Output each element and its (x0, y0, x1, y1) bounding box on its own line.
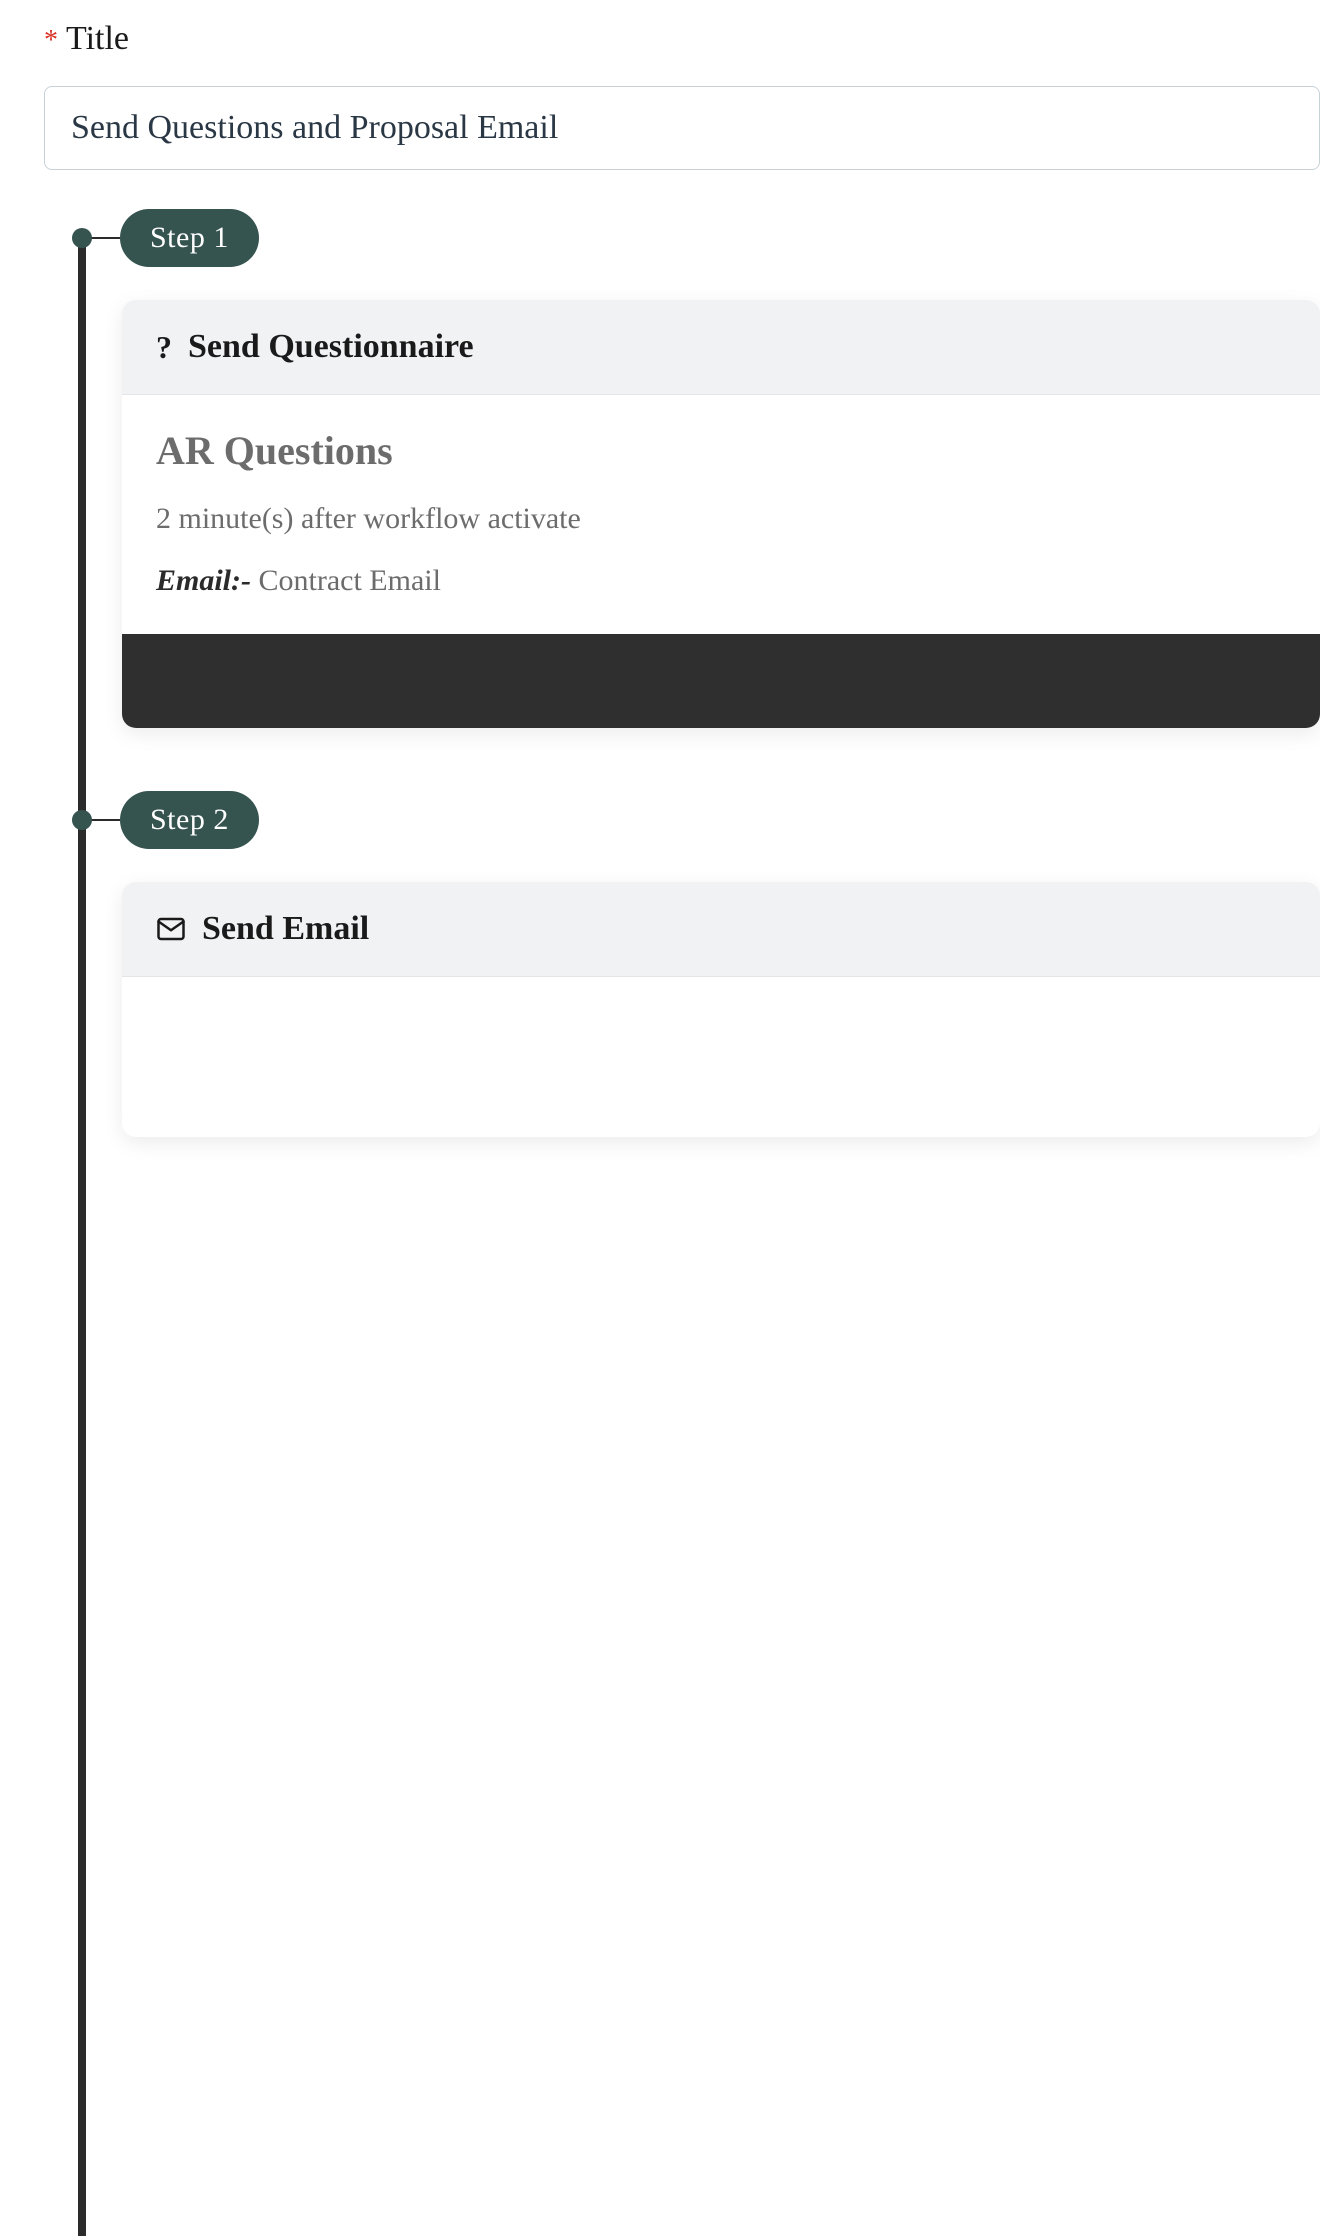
workflow-timeline: Step 1 ? Send Questionnaire AR Questions… (78, 206, 1320, 1137)
card-email-row: Email:- Contract Email (156, 564, 1286, 598)
title-input[interactable] (44, 86, 1320, 170)
card-subject: AR Questions (156, 427, 1286, 474)
workflow-step-1: Step 1 ? Send Questionnaire AR Questions… (78, 206, 1320, 728)
required-asterisk: * (44, 25, 58, 57)
timeline-dot-icon (72, 810, 92, 830)
step-badge: Step 2 (120, 791, 259, 849)
step-header: Step 2 (78, 788, 1320, 852)
email-value: Contract Email (251, 564, 441, 597)
card-footer-bar[interactable] (122, 634, 1320, 728)
workflow-step-2: Step 2 Send Email (78, 788, 1320, 1137)
card-header-title: Send Questionnaire (188, 328, 474, 366)
email-label: Email:- (156, 564, 251, 597)
timeline-dot-icon (72, 228, 92, 248)
card-header: Send Email (122, 882, 1320, 977)
card-delay-text: 2 minute(s) after workflow activate (156, 502, 1286, 536)
card-body (122, 977, 1320, 1137)
step-header: Step 1 (78, 206, 1320, 270)
step-card[interactable]: ? Send Questionnaire AR Questions 2 minu… (122, 300, 1320, 728)
title-field-label-row: * Title (44, 20, 1320, 58)
envelope-icon (156, 914, 186, 944)
step-card[interactable]: Send Email (122, 882, 1320, 1137)
card-header-title: Send Email (202, 910, 369, 948)
card-header: ? Send Questionnaire (122, 300, 1320, 395)
question-icon: ? (156, 329, 172, 366)
card-body: AR Questions 2 minute(s) after workflow … (122, 395, 1320, 634)
step-badge: Step 1 (120, 209, 259, 267)
title-label: Title (66, 20, 129, 58)
